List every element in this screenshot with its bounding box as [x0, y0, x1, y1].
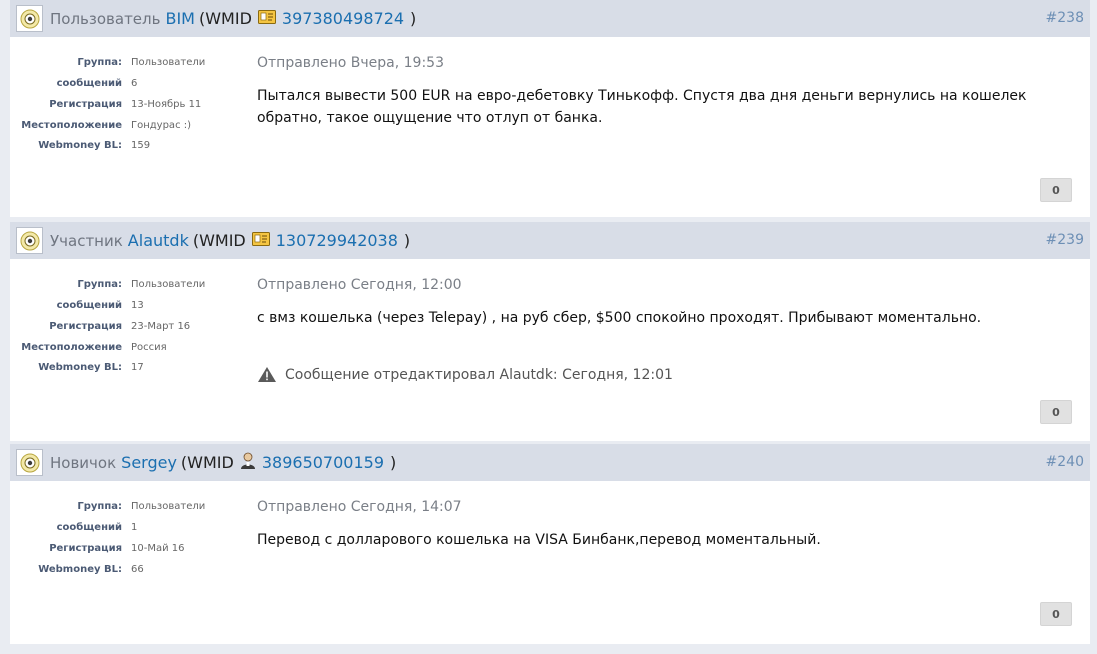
- registration-label: Регистрация: [49, 99, 122, 110]
- location-value: Россия: [131, 342, 167, 353]
- avatar[interactable]: [16, 227, 43, 254]
- registration-label: Регистрация: [49, 321, 122, 332]
- wmid-close: ): [403, 231, 411, 250]
- posts-count-label: сообщений: [56, 300, 122, 311]
- location-label: Местоположение: [21, 342, 122, 353]
- user-rank: Новичок: [50, 453, 117, 472]
- registration-label: Регистрация: [49, 543, 122, 554]
- edit-notice-text: Сообщение отредактировал Alautdk: Сегодн…: [285, 366, 673, 383]
- posts-count-value: 6: [131, 78, 138, 89]
- post-header: Участник Alautdk (WMID 130729942038 ) #2…: [10, 222, 1090, 259]
- post-header: Новичок Sergey (WMID 389650700159 ) #240: [10, 444, 1090, 481]
- post: Новичок Sergey (WMID 389650700159 ) #240…: [10, 444, 1090, 644]
- default-avatar-icon: [20, 9, 39, 28]
- post-number-link[interactable]: #239: [1046, 232, 1084, 248]
- username-link[interactable]: BIM: [165, 9, 195, 28]
- posts-count-label: сообщений: [56, 522, 122, 533]
- person-icon[interactable]: [240, 452, 256, 473]
- wmid-link[interactable]: 397380498724: [282, 9, 404, 28]
- webmoney-bl-label: Webmoney BL:: [38, 564, 122, 575]
- registration-value: 23-Март 16: [131, 321, 191, 332]
- wmid-close: ): [410, 9, 417, 28]
- post-number-link[interactable]: #240: [1046, 454, 1084, 470]
- group-value: Пользователи: [131, 279, 206, 290]
- post-date: Отправлено Вчера, 19:53: [257, 55, 444, 71]
- wmid-close: ): [390, 453, 397, 472]
- group-value: Пользователи: [131, 501, 206, 512]
- avatar[interactable]: [16, 449, 43, 476]
- user-rank: Пользователь: [50, 9, 161, 28]
- registration-value: 13-Ноябрь 11: [131, 99, 202, 110]
- post-body: Группа: Пользователи сообщений 6 Регистрац…: [10, 37, 1090, 217]
- username-link[interactable]: Sergey: [121, 453, 177, 472]
- post: Пользователь BIM (WMID 397380498724 ) #2…: [10, 0, 1090, 217]
- post-text: Перевод с долларового кошелька на VISA Б…: [257, 532, 821, 548]
- registration-value: 10-Май 16: [131, 543, 185, 554]
- webmoney-bl-value: 17: [131, 362, 144, 373]
- group-label: Группа:: [77, 57, 122, 68]
- reputation-button[interactable]: 0: [1040, 400, 1072, 424]
- edit-notice: Сообщение отредактировал Alautdk: Сегодн…: [257, 366, 1076, 383]
- id-card-icon[interactable]: [251, 231, 270, 250]
- location-label: Местоположение: [21, 120, 122, 131]
- webmoney-bl-label: Webmoney BL:: [38, 140, 122, 151]
- user-rank: Участник: [50, 231, 123, 250]
- group-value: Пользователи: [131, 57, 206, 68]
- post-body: Группа: Пользователи сообщений 1 Регистрац…: [10, 481, 1090, 644]
- wmid-label: WMID: [205, 9, 252, 28]
- group-label: Группа:: [77, 501, 122, 512]
- post-text: с вмз кошелька (через Telepay) , на руб …: [257, 310, 982, 326]
- posts-count-value: 1: [131, 522, 138, 533]
- posts-count-value: 13: [131, 300, 144, 311]
- post: Участник Alautdk (WMID 130729942038 ) #2…: [10, 222, 1090, 441]
- posts-count-label: сообщений: [56, 78, 122, 89]
- location-value: Гондурас :): [131, 120, 192, 131]
- webmoney-bl-value: 66: [131, 564, 144, 575]
- wmid-label: WMID: [199, 231, 246, 250]
- default-avatar-icon: [20, 231, 39, 250]
- reputation-button[interactable]: 0: [1040, 178, 1072, 202]
- webmoney-bl-label: Webmoney BL:: [38, 362, 122, 373]
- post-body: Группа: Пользователи сообщений 13 Регистра…: [10, 259, 1090, 441]
- wmid-label: WMID: [187, 453, 234, 472]
- id-card-icon[interactable]: [257, 9, 276, 28]
- post-number-link[interactable]: #238: [1046, 10, 1084, 26]
- wmid-link[interactable]: 130729942038: [276, 231, 398, 250]
- post-text: Пытался вывести 500 EUR на евро-дебетовк…: [257, 88, 1027, 126]
- webmoney-bl-value: 159: [131, 140, 151, 151]
- wmid-link[interactable]: 389650700159: [262, 453, 384, 472]
- avatar[interactable]: [16, 5, 43, 32]
- post-header: Пользователь BIM (WMID 397380498724 ) #2…: [10, 0, 1090, 37]
- warning-icon: [258, 367, 276, 382]
- default-avatar-icon: [20, 453, 39, 472]
- username-link[interactable]: Alautdk: [128, 231, 189, 250]
- post-date: Отправлено Сегодня, 14:07: [257, 499, 462, 515]
- reputation-button[interactable]: 0: [1040, 602, 1072, 626]
- group-label: Группа:: [77, 279, 122, 290]
- post-date: Отправлено Сегодня, 12:00: [257, 277, 462, 293]
